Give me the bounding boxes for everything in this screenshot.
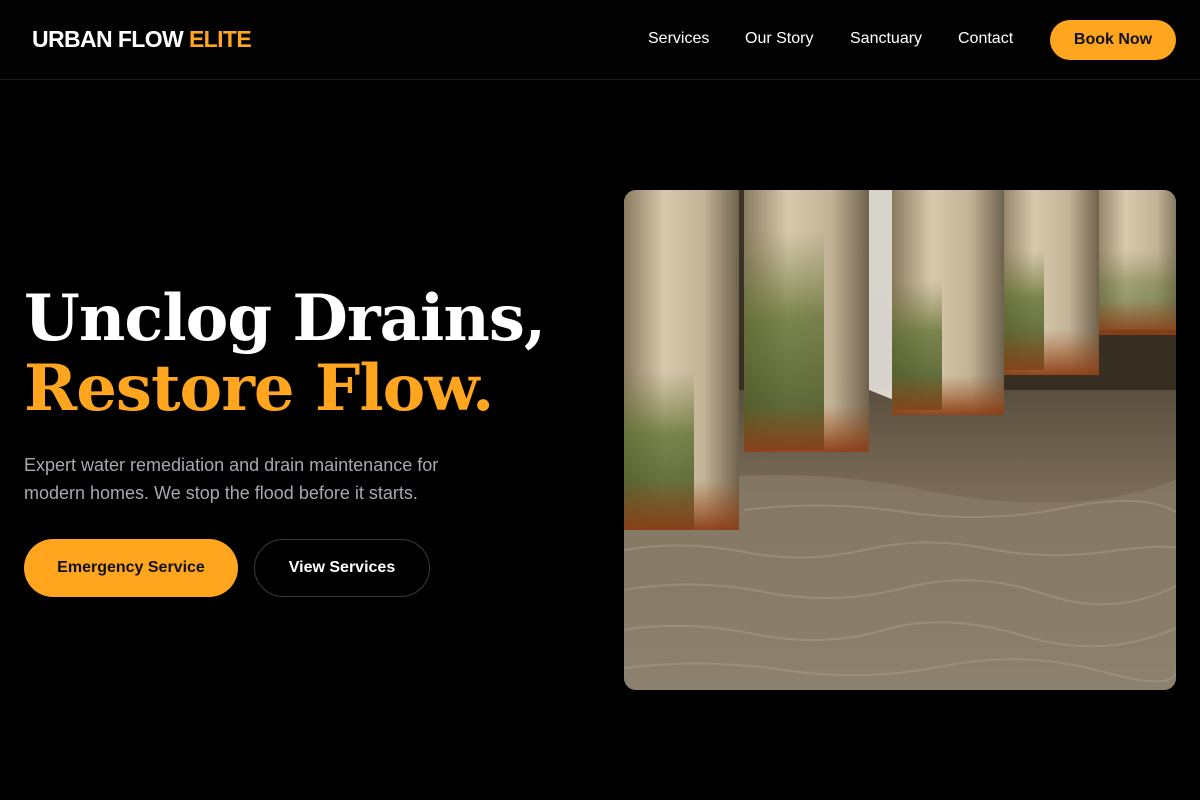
hero-description: Expert water remediation and drain maint… [24,455,439,503]
emergency-service-button[interactable]: Emergency Service [24,539,238,597]
hero-image [624,190,1176,690]
main-nav: Services Our Story Sanctuary Contact [0,30,1200,52]
book-now-button[interactable]: Book Now [1050,20,1176,60]
hero-headline: Unclog Drains, Restore Flow. [24,284,604,424]
top-navigation-bar: URBAN FLOW ELITE Services Our Story Sanc… [0,0,1200,80]
pilings-in-water-illustration [624,190,1176,690]
nav-link-services[interactable]: Services [648,30,709,48]
hero-headline-line-1: Unclog Drains, [24,281,546,356]
hero-headline-line-2: Restore Flow. [24,351,494,426]
nav-link-our-story[interactable]: Our Story [745,30,813,48]
nav-link-contact[interactable]: Contact [958,30,1013,48]
nav-link-sanctuary[interactable]: Sanctuary [850,30,922,48]
view-services-button[interactable]: View Services [254,539,430,597]
